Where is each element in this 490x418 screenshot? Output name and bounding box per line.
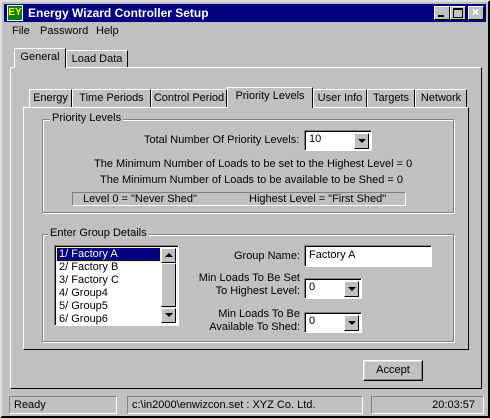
tab-load-data[interactable]: Load Data (66, 50, 128, 68)
min-shed-label-line1: Min Loads To Be (218, 308, 300, 320)
group-name-label: Group Name: (233, 250, 300, 262)
tab-energy[interactable]: Energy (29, 89, 72, 107)
group-name-value: Factory A (309, 249, 356, 261)
total-priority-levels-label: Total Number Of Priority Levels: (144, 134, 300, 146)
close-icon: × (472, 5, 480, 19)
tab-targets[interactable]: Targets (367, 89, 415, 107)
min-highest-info-text: The Minimum Number of Loads to be set to… (94, 158, 413, 170)
menu-bar: File Password Help (4, 23, 486, 41)
chevron-up-icon (165, 253, 173, 257)
menu-file[interactable]: File (12, 25, 30, 37)
status-time: 20:03:57 (371, 396, 484, 414)
priority-levels-group-title: Priority Levels (50, 112, 124, 124)
tab-priority-levels[interactable]: Priority Levels (227, 87, 313, 108)
general-panel: Energy Time Periods Control Period Prior… (10, 67, 482, 389)
list-item[interactable]: 3/ Factory C (57, 274, 160, 287)
maximize-button[interactable] (450, 6, 466, 20)
level-legend-box: Level 0 = "Never Shed" Highest Level = "… (72, 192, 406, 206)
min-shed-label-line2: Available To Shed: (209, 321, 300, 333)
tab-control-period[interactable]: Control Period (151, 89, 227, 107)
accept-button[interactable]: Accept (363, 360, 423, 381)
status-file: c:\in2000\enwizcon.set : XYZ Co. Ltd. (127, 396, 363, 414)
list-item[interactable]: 1/ Factory A (56, 247, 161, 262)
list-item[interactable]: 4/ Group4 (57, 287, 160, 300)
app-icon[interactable]: EY (7, 5, 23, 21)
highest-level-text: Highest Level = "First Shed" (249, 193, 387, 205)
window-title: Energy Wizard Controller Setup (28, 6, 209, 20)
chevron-down-icon (358, 139, 366, 143)
title-bar[interactable]: EY Energy Wizard Controller Setup × (4, 4, 486, 22)
tab-time-periods[interactable]: Time Periods (72, 89, 151, 107)
tab-general[interactable]: General (14, 48, 66, 68)
min-highest-select[interactable]: 0 (304, 278, 362, 299)
min-shed-dropdown-button[interactable] (344, 315, 359, 331)
tab-network[interactable]: Network (415, 89, 467, 107)
close-button[interactable]: × (468, 6, 484, 20)
menu-password[interactable]: Password (40, 25, 88, 37)
priority-levels-panel: Priority Levels Total Number Of Priority… (23, 107, 469, 350)
group-name-input[interactable]: Factory A (304, 245, 432, 267)
min-highest-dropdown-button[interactable] (344, 281, 359, 297)
status-state: Ready (9, 396, 117, 414)
min-shed-value: 0 (309, 315, 316, 327)
minimize-button[interactable] (434, 6, 450, 20)
list-item[interactable]: 2/ Factory B (57, 261, 160, 274)
min-shed-select[interactable]: 0 (304, 312, 362, 333)
list-item[interactable]: 6/ Group6 (57, 313, 160, 326)
tab-user-info[interactable]: User Info (313, 89, 367, 107)
total-priority-levels-select[interactable]: 10 (304, 130, 372, 151)
scroll-up-button[interactable] (161, 248, 176, 263)
chevron-down-icon (348, 321, 356, 325)
group-listbox[interactable]: 1/ Factory A 2/ Factory B 3/ Factory C 4… (54, 245, 179, 326)
min-highest-value: 0 (309, 281, 316, 293)
maximize-icon (453, 8, 463, 18)
total-priority-levels-dropdown-button[interactable] (354, 133, 369, 149)
level-zero-text: Level 0 = "Never Shed" (83, 193, 197, 205)
chevron-down-icon (165, 313, 173, 317)
main-window: EY Energy Wizard Controller Setup × File… (0, 0, 490, 418)
min-highest-label-line1: Min Loads To Be Set (198, 272, 300, 284)
minimize-icon (438, 15, 444, 17)
chevron-down-icon (348, 287, 356, 291)
list-item[interactable]: 5/ Group5 (57, 300, 160, 313)
min-shed-info-text: The Minimum Number of Loads to be availa… (100, 174, 403, 186)
group-details-group-title: Enter Group Details (48, 227, 149, 239)
menu-help[interactable]: Help (96, 25, 119, 37)
total-priority-levels-value: 10 (309, 133, 322, 145)
min-highest-label-line2: To Highest Level: (215, 285, 300, 297)
